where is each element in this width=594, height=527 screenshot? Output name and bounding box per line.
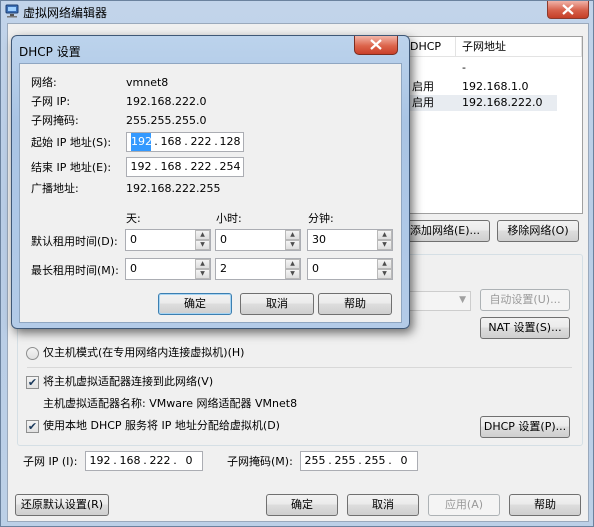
broadcast-value: 192.168.222.255 xyxy=(126,182,221,195)
dialog-client-area: 网络: vmnet8 子网 IP: 192.168.222.0 子网掩码: 25… xyxy=(19,63,402,323)
nat-settings-button[interactable]: NAT 设置(S)... xyxy=(480,317,570,339)
default-lease-minutes-spinner[interactable]: 30 ▲ ▼ xyxy=(307,229,393,251)
spinner-value: 0 xyxy=(130,233,137,246)
use-dhcp-checkbox[interactable]: ✔ xyxy=(26,420,39,433)
cancel-button[interactable]: 取消 xyxy=(347,494,419,516)
subnet-mask-label: 子网掩码: xyxy=(31,114,79,127)
subnet-mask-value: 255.255.255.0 xyxy=(126,114,207,127)
spin-up-icon[interactable]: ▲ xyxy=(285,259,300,269)
list-header-subnet[interactable]: 子网地址 xyxy=(456,37,582,57)
list-header-dhcp[interactable]: DHCP xyxy=(404,37,456,57)
max-lease-minutes-spinner[interactable]: 0 ▲ ▼ xyxy=(307,258,393,280)
host-only-radio[interactable] xyxy=(26,347,39,360)
broadcast-label: 广播地址: xyxy=(31,182,79,195)
subnet-ip-label: 子网 IP (I): xyxy=(23,455,78,468)
ip-octet: 222 xyxy=(149,454,171,467)
spin-up-icon[interactable]: ▲ xyxy=(195,230,210,240)
list-cell-subnet: 192.168.1.0 xyxy=(462,80,529,93)
subnet-mask-input[interactable]: 255 . 255 . 255 . 0 xyxy=(300,451,418,471)
ip-octet: 168 xyxy=(119,454,141,467)
start-ip-label: 起始 IP 地址(S): xyxy=(31,136,112,149)
max-lease-hours-spinner[interactable]: 2 ▲ ▼ xyxy=(215,258,301,280)
default-lease-hours-spinner[interactable]: 0 ▲ ▼ xyxy=(215,229,301,251)
ip-octet: 255 xyxy=(364,454,386,467)
max-lease-days-spinner[interactable]: 0 ▲ ▼ xyxy=(125,258,211,280)
separator xyxy=(27,367,572,368)
network-label: 网络: xyxy=(31,76,57,89)
dhcp-settings-button[interactable]: DHCP 设置(P)... xyxy=(480,416,570,438)
minutes-column-label: 分钟: xyxy=(308,212,334,225)
spinner-value: 0 xyxy=(220,233,227,246)
dhcp-settings-dialog: DHCP 设置 网络: vmnet8 子网 IP: 192.168.222.0 … xyxy=(11,35,410,329)
ip-octet: 255 xyxy=(304,454,326,467)
ip-octet: 254 xyxy=(219,160,241,173)
spinner-value: 30 xyxy=(312,233,326,246)
ip-octet: 222 xyxy=(190,160,212,173)
start-ip-input[interactable]: 192 . 168 . 222 . 128 xyxy=(126,132,244,152)
dialog-cancel-button[interactable]: 取消 xyxy=(240,293,314,315)
host-only-label: 仅主机模式(在专用网络内连接虚拟机)(H) xyxy=(43,346,245,359)
dialog-help-button[interactable]: 帮助 xyxy=(318,293,392,315)
subnet-ip-input[interactable]: 192 . 168 . 222 . 0 xyxy=(85,451,203,471)
dialog-title: DHCP 设置 xyxy=(19,45,81,59)
end-ip-label: 结束 IP 地址(E): xyxy=(31,161,112,174)
network-value: vmnet8 xyxy=(126,76,169,89)
remove-network-button[interactable]: 移除网络(O) xyxy=(497,220,579,242)
spin-down-icon[interactable]: ▼ xyxy=(285,269,300,279)
spin-down-icon[interactable]: ▼ xyxy=(377,269,392,279)
spin-down-icon[interactable]: ▼ xyxy=(195,269,210,279)
adapter-name-text: 主机虚拟适配器名称: VMware 网络适配器 VMnet8 xyxy=(43,397,298,410)
apply-button[interactable]: 应用(A) xyxy=(428,494,500,516)
add-network-button[interactable]: 添加网络(E)... xyxy=(400,220,490,242)
network-app-icon xyxy=(5,4,19,18)
ip-octet-selected: 192 xyxy=(131,133,152,151)
spin-down-icon[interactable]: ▼ xyxy=(285,240,300,250)
end-ip-input[interactable]: 192 . 168 . 222 . 254 xyxy=(126,157,244,177)
connect-adapter-label: 将主机虚拟适配器连接到此网络(V) xyxy=(43,375,214,388)
spin-down-icon[interactable]: ▼ xyxy=(377,240,392,250)
spin-up-icon[interactable]: ▲ xyxy=(285,230,300,240)
spin-up-icon[interactable]: ▲ xyxy=(377,259,392,269)
ip-octet: 192 xyxy=(89,454,111,467)
subnet-mask-label: 子网掩码(M): xyxy=(227,455,293,468)
spin-up-icon[interactable]: ▲ xyxy=(377,230,392,240)
ip-octet: 128 xyxy=(219,135,241,148)
default-lease-days-spinner[interactable]: 0 ▲ ▼ xyxy=(125,229,211,251)
subnet-ip-label: 子网 IP: xyxy=(31,95,71,108)
ip-octet: 192 xyxy=(130,160,152,173)
ip-octet: 0 xyxy=(400,454,408,467)
restore-defaults-button[interactable]: 还原默认设置(R) xyxy=(15,494,109,516)
chevron-down-icon: ▼ xyxy=(459,295,466,305)
max-lease-label: 最长租用时间(M): xyxy=(31,264,119,277)
ip-octet: 222 xyxy=(190,135,212,148)
ok-button[interactable]: 确定 xyxy=(266,494,338,516)
list-cell-dhcp: 启用 xyxy=(412,80,434,93)
spinner-value: 0 xyxy=(130,262,137,275)
window-close-button[interactable] xyxy=(547,1,589,19)
network-list[interactable]: DHCP 子网地址 - 启用 192.168.1.0 启用 192.168.22… xyxy=(403,36,583,214)
list-cell-subnet: - xyxy=(462,61,466,74)
default-lease-label: 默认租用时间(D): xyxy=(31,235,118,248)
connect-adapter-checkbox[interactable]: ✔ xyxy=(26,376,39,389)
subnet-ip-value: 192.168.222.0 xyxy=(126,95,207,108)
auto-settings-button[interactable]: 自动设置(U)... xyxy=(480,289,570,311)
use-dhcp-label: 使用本地 DHCP 服务将 IP 地址分配给虚拟机(D) xyxy=(43,419,280,432)
ip-octet: 168 xyxy=(160,135,182,148)
ip-octet: 0 xyxy=(185,454,193,467)
days-column-label: 天: xyxy=(126,212,141,225)
spin-up-icon[interactable]: ▲ xyxy=(195,259,210,269)
dialog-close-button[interactable] xyxy=(354,36,398,55)
help-button[interactable]: 帮助 xyxy=(509,494,581,516)
ip-octet: 168 xyxy=(160,160,182,173)
spin-down-icon[interactable]: ▼ xyxy=(195,240,210,250)
spinner-value: 0 xyxy=(312,262,319,275)
ip-octet: 255 xyxy=(334,454,356,467)
dialog-ok-button[interactable]: 确定 xyxy=(158,293,232,315)
window-title: 虚拟网络编辑器 xyxy=(23,6,108,20)
bridge-target-combo[interactable]: ▼ xyxy=(401,291,471,311)
spinner-value: 2 xyxy=(220,262,227,275)
list-cell-dhcp: 启用 xyxy=(412,96,434,109)
list-cell-subnet: 192.168.222.0 xyxy=(462,96,543,109)
hours-column-label: 小时: xyxy=(216,212,242,225)
